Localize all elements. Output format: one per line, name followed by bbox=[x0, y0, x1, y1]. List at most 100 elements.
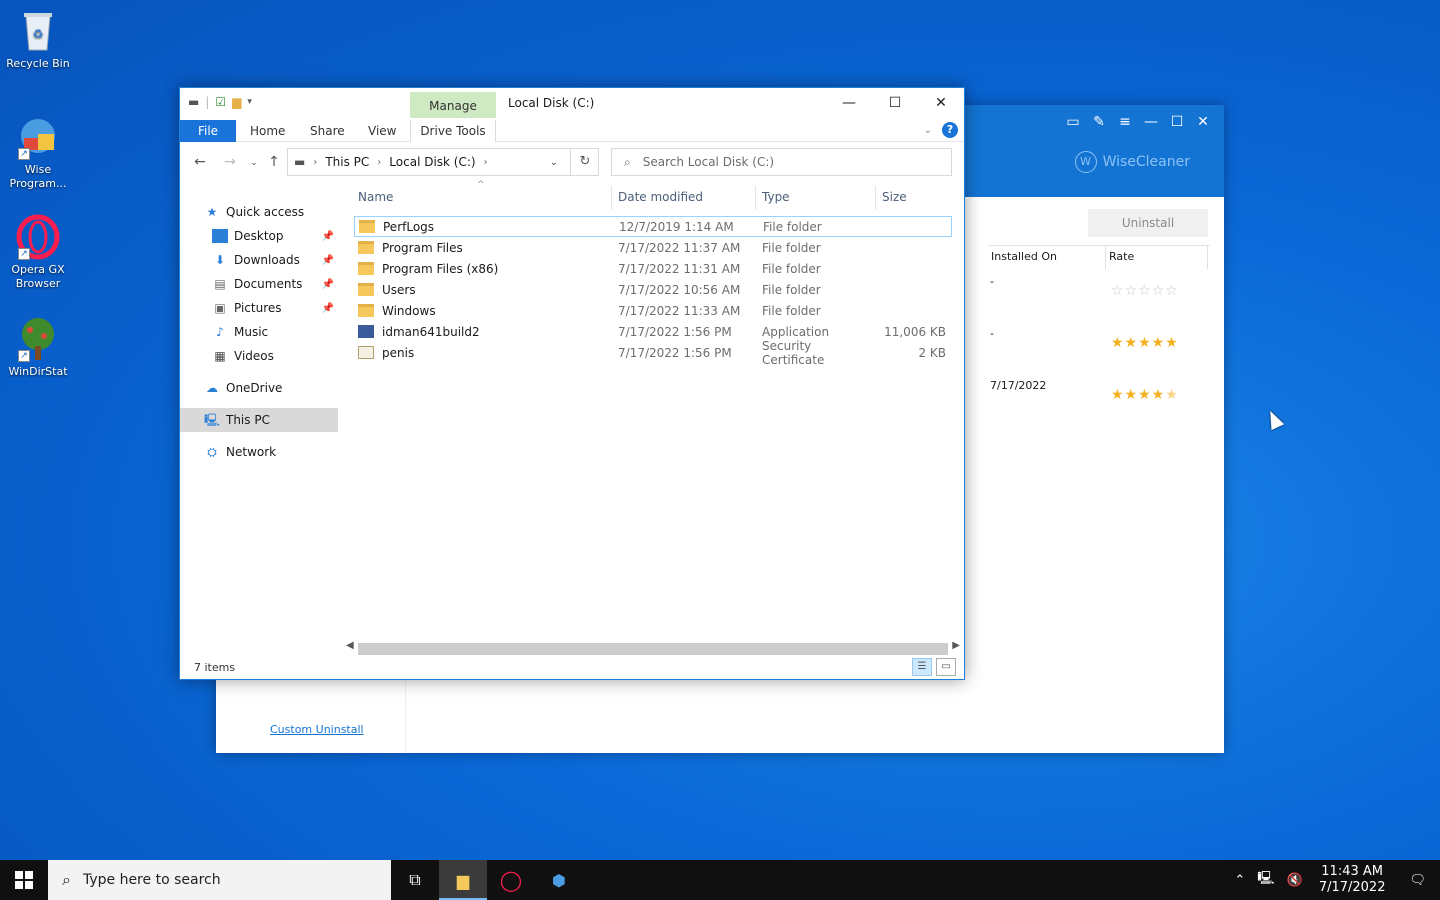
tab-home[interactable]: Home bbox=[240, 120, 295, 142]
nav-music[interactable]: ♪ Music bbox=[180, 320, 338, 344]
scroll-left-icon[interactable]: ◀ bbox=[346, 640, 354, 651]
search-input[interactable]: Search Local Disk (C:) bbox=[643, 155, 774, 169]
column-type[interactable]: Type bbox=[756, 186, 876, 210]
column-name[interactable]: Name bbox=[352, 186, 612, 210]
edit-icon[interactable]: ✎ bbox=[1090, 113, 1108, 131]
custom-uninstall-link[interactable]: Custom Uninstall bbox=[270, 723, 364, 736]
search-box[interactable]: ⌕ Search Local Disk (C:) bbox=[611, 148, 952, 176]
file-row[interactable]: Windows 7/17/2022 11:33 AM File folder bbox=[354, 300, 952, 321]
desktop-icon-opera-gx[interactable]: ↗ Opera GX Browser bbox=[2, 214, 74, 291]
folder-icon bbox=[358, 241, 374, 254]
forward-arrow-icon[interactable]: → bbox=[220, 154, 240, 170]
nav-label: OneDrive bbox=[226, 381, 283, 395]
horizontal-scrollbar[interactable]: ◀ ▶ bbox=[342, 640, 964, 656]
taskbar-file-explorer[interactable]: ▆ bbox=[439, 860, 487, 900]
breadcrumb-local-disk[interactable]: Local Disk (C:) bbox=[389, 155, 475, 169]
desktop-icon-recycle-bin[interactable]: ♻ Recycle Bin bbox=[2, 8, 74, 71]
folder-icon bbox=[358, 262, 374, 275]
pin-icon[interactable]: 📌 bbox=[322, 303, 334, 314]
window-title: Local Disk (C:) bbox=[508, 96, 595, 110]
clock[interactable]: 11:43 AM 7/17/2022 bbox=[1309, 864, 1396, 896]
pictures-icon: ▣ bbox=[214, 301, 226, 315]
tab-file[interactable]: File bbox=[180, 120, 236, 142]
network-icon[interactable]: 🖳 bbox=[1251, 869, 1280, 891]
recent-locations-icon[interactable]: ⌄ bbox=[244, 158, 264, 168]
windirstat-icon: ↗ bbox=[16, 316, 60, 362]
properties-icon[interactable]: ☑ bbox=[215, 95, 226, 109]
pin-icon[interactable]: 📌 bbox=[322, 255, 334, 266]
back-arrow-icon[interactable]: ← bbox=[190, 154, 210, 170]
menu-icon[interactable]: ≡ bbox=[1116, 113, 1134, 131]
nav-this-pc[interactable]: 🖳 This PC bbox=[180, 408, 338, 432]
installed-on-value: 7/17/2022 bbox=[990, 379, 1047, 392]
rating-stars-0[interactable]: ☆☆☆☆☆ bbox=[1111, 283, 1179, 299]
taskbar-search-box[interactable]: ⌕ Type here to search bbox=[48, 860, 391, 900]
nav-label: Network bbox=[226, 445, 277, 459]
status-bar-item-count: 7 items bbox=[194, 661, 236, 674]
show-hidden-icons-icon[interactable]: ⌃ bbox=[1228, 873, 1251, 888]
nav-documents[interactable]: ▤ Documents 📌 bbox=[180, 272, 338, 296]
expand-ribbon-icon[interactable]: ⌄ bbox=[924, 125, 932, 136]
file-row[interactable]: Users 7/17/2022 10:56 AM File folder bbox=[354, 279, 952, 300]
rating-stars-4-5[interactable]: ★★★★★ bbox=[1111, 387, 1179, 403]
new-folder-icon[interactable]: ▆ bbox=[232, 95, 241, 109]
file-row[interactable]: Program Files 7/17/2022 11:37 AM File fo… bbox=[354, 237, 952, 258]
wise-program-uninstaller-icon: ⬢ bbox=[552, 870, 566, 890]
rating-stars-5[interactable]: ★★★★★ bbox=[1111, 335, 1179, 351]
tab-view[interactable]: View bbox=[358, 120, 406, 142]
maximize-button[interactable]: ☐ bbox=[872, 88, 918, 118]
minimize-icon[interactable]: — bbox=[1142, 113, 1160, 131]
taskbar-search-input[interactable]: Type here to search bbox=[83, 872, 221, 888]
nav-downloads[interactable]: ⬇ Downloads 📌 bbox=[180, 248, 338, 272]
close-icon[interactable]: ✕ bbox=[1194, 113, 1212, 131]
file-row[interactable]: Program Files (x86) 7/17/2022 11:31 AM F… bbox=[354, 258, 952, 279]
large-icons-view-icon[interactable]: ▭ bbox=[936, 658, 956, 676]
customize-toolbar-icon[interactable]: ▾ bbox=[247, 97, 252, 107]
close-button[interactable]: ✕ bbox=[918, 88, 964, 118]
task-view-button[interactable]: ⧉ bbox=[391, 860, 439, 900]
uninstall-button[interactable]: Uninstall bbox=[1088, 209, 1208, 237]
maximize-icon[interactable]: ☐ bbox=[1168, 113, 1186, 131]
nav-label: Pictures bbox=[234, 301, 282, 315]
column-installed-on[interactable]: Installed On bbox=[988, 246, 1106, 269]
tab-share[interactable]: Share bbox=[300, 120, 355, 142]
breadcrumb-this-pc[interactable]: This PC bbox=[325, 155, 369, 169]
help-icon[interactable]: ? bbox=[942, 122, 958, 138]
taskbar-opera-gx[interactable]: ◯ bbox=[487, 860, 535, 900]
tab-drive-tools[interactable]: Drive Tools bbox=[410, 120, 496, 142]
nav-pictures[interactable]: ▣ Pictures 📌 bbox=[180, 296, 338, 320]
nav-quick-access[interactable]: ★ Quick access bbox=[180, 200, 338, 224]
up-arrow-icon[interactable]: ↑ bbox=[264, 154, 284, 170]
column-date-modified[interactable]: Date modified bbox=[612, 186, 756, 210]
details-view-icon[interactable]: ☰ bbox=[912, 658, 932, 676]
desktop-icon-label: Wise Program... bbox=[9, 163, 67, 190]
column-rate[interactable]: Rate bbox=[1106, 246, 1208, 269]
refresh-icon[interactable]: ↻ bbox=[570, 148, 599, 176]
nav-label: Quick access bbox=[226, 205, 305, 219]
volume-muted-icon[interactable]: 🔇 bbox=[1281, 873, 1309, 888]
nav-onedrive[interactable]: ☁ OneDrive bbox=[180, 376, 338, 400]
address-dropdown-icon[interactable]: ⌄ bbox=[550, 157, 558, 168]
nav-desktop[interactable]: Desktop 📌 bbox=[180, 224, 338, 248]
file-row[interactable]: PerfLogs 12/7/2019 1:14 AM File folder bbox=[354, 216, 952, 237]
feedback-icon[interactable]: ▭ bbox=[1064, 113, 1082, 131]
pin-icon[interactable]: 📌 bbox=[322, 279, 334, 290]
scroll-right-icon[interactable]: ▶ bbox=[952, 640, 960, 651]
taskbar-wise-program-uninstaller[interactable]: ⬢ bbox=[535, 860, 583, 900]
nav-label: Documents bbox=[234, 277, 303, 291]
manage-contextual-tab[interactable]: Manage bbox=[410, 92, 496, 118]
notification-center-icon[interactable]: 🗨 bbox=[1395, 873, 1440, 888]
scrollbar-thumb[interactable] bbox=[358, 643, 948, 655]
address-bar[interactable]: ▬ › This PC › Local Disk (C:) › ⌄ bbox=[287, 148, 599, 176]
start-button[interactable] bbox=[0, 860, 48, 900]
column-size[interactable]: Size bbox=[876, 186, 952, 210]
desktop-icon-wise-program[interactable]: ↗ Wise Program... bbox=[2, 114, 74, 191]
minimize-button[interactable]: — bbox=[826, 88, 872, 118]
cloud-icon: ☁ bbox=[206, 381, 218, 395]
pin-icon[interactable]: 📌 bbox=[322, 231, 334, 242]
nav-label: Music bbox=[234, 325, 269, 339]
nav-network[interactable]: ⛭ Network bbox=[180, 440, 338, 464]
file-row[interactable]: penis 7/17/2022 1:56 PM Security Certifi… bbox=[354, 339, 952, 367]
nav-videos[interactable]: ▦ Videos bbox=[180, 344, 338, 368]
desktop-icon-windirstat[interactable]: ↗ WinDirStat bbox=[2, 316, 74, 379]
